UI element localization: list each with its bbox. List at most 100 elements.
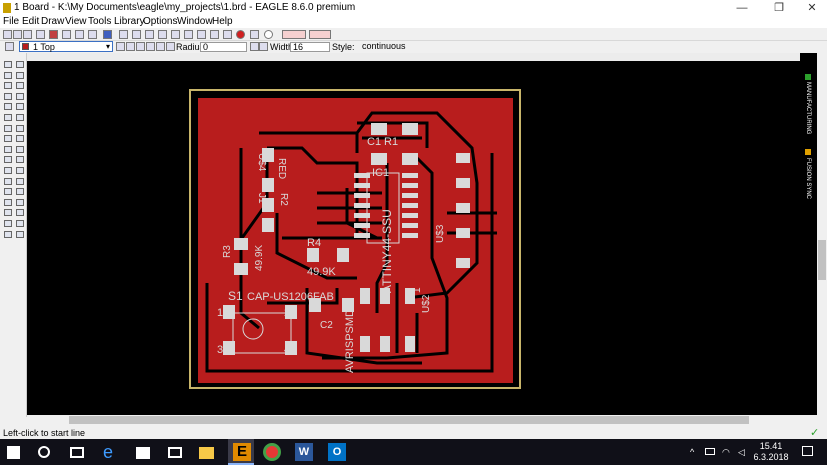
notifications-icon[interactable] <box>802 446 813 456</box>
chrome-icon[interactable] <box>263 443 281 461</box>
vertical-scrollbar[interactable] <box>817 53 827 415</box>
autorouter-icon[interactable] <box>16 220 24 227</box>
board-drawing[interactable]: C1 R1 IC1 U$4 RED J1 R2 R4 49.9K R3 49.9… <box>27 53 817 415</box>
width-input[interactable]: 16 <box>290 42 330 52</box>
signal-icon[interactable] <box>4 198 12 206</box>
go-icon[interactable] <box>250 30 259 39</box>
dimension-icon[interactable] <box>16 209 24 217</box>
menu-tools[interactable]: Tools <box>88 16 111 27</box>
radius-input[interactable]: 0 <box>200 42 247 52</box>
menu-file[interactable]: File <box>3 16 19 27</box>
menu-help[interactable]: Help <box>212 16 233 27</box>
menu-window[interactable]: Window <box>177 16 213 27</box>
manufacturing-tab[interactable]: MANUFACTURING <box>805 82 811 134</box>
tray-chevron-icon[interactable]: ^ <box>690 447 694 457</box>
undo-icon[interactable] <box>210 30 219 39</box>
help-icon[interactable] <box>264 30 273 39</box>
move-icon[interactable] <box>4 82 12 90</box>
via-icon[interactable] <box>16 188 24 196</box>
arc-icon[interactable] <box>4 177 12 185</box>
zoom-in-icon[interactable] <box>132 30 141 39</box>
layer-settings-icon[interactable] <box>5 42 14 51</box>
change-icon[interactable] <box>16 103 24 111</box>
add-icon[interactable] <box>4 124 12 132</box>
mark-icon[interactable] <box>16 71 24 79</box>
drc-icon[interactable] <box>4 230 12 238</box>
edge-icon[interactable]: e <box>103 443 121 461</box>
file-explorer-icon[interactable] <box>199 447 214 459</box>
ulp-icon[interactable] <box>88 30 97 39</box>
script-icon[interactable] <box>75 30 84 39</box>
paste-icon[interactable] <box>4 114 12 121</box>
lock-icon[interactable] <box>4 135 12 143</box>
zoom-out-icon[interactable] <box>145 30 154 39</box>
attribute-icon[interactable] <box>4 209 12 217</box>
optimize-icon[interactable] <box>4 145 12 153</box>
maximize-button[interactable]: ❐ <box>762 0 796 16</box>
store-icon[interactable] <box>136 447 150 459</box>
text-icon[interactable] <box>4 167 12 174</box>
hole-icon[interactable] <box>16 198 24 206</box>
wire-bend-icon-3[interactable] <box>136 42 145 51</box>
zoom-fit-icon[interactable] <box>119 30 128 39</box>
display-icon[interactable] <box>4 71 12 79</box>
taskbar-clock[interactable]: 15.41 6.3.2018 <box>750 441 792 463</box>
word-icon[interactable]: W <box>295 443 313 461</box>
wire-bend-icon-1[interactable] <box>116 42 125 51</box>
outlook-icon[interactable]: O <box>328 443 346 461</box>
print-icon[interactable] <box>23 30 32 39</box>
eagle-icon[interactable]: E <box>233 443 251 461</box>
redraw-icon[interactable] <box>184 30 193 39</box>
search-icon[interactable] <box>38 446 50 458</box>
menu-options[interactable]: Options <box>143 16 177 27</box>
fusion-icon[interactable] <box>309 30 331 39</box>
wire-bend-icon-5[interactable] <box>156 42 165 51</box>
miter-icon-2[interactable] <box>259 42 268 51</box>
vertical-scroll-thumb[interactable] <box>818 240 826 280</box>
layer-select[interactable]: 1 Top ▾ <box>19 41 113 52</box>
delete-icon[interactable] <box>16 114 24 121</box>
rect-icon[interactable] <box>16 177 24 185</box>
menu-draw[interactable]: Draw <box>41 16 64 27</box>
schematic-icon[interactable] <box>49 30 58 39</box>
minimize-button[interactable]: — <box>725 0 759 16</box>
show-icon[interactable] <box>16 61 24 68</box>
circle-icon[interactable] <box>16 167 24 174</box>
stop-icon[interactable] <box>236 30 245 39</box>
rotate-icon[interactable] <box>16 92 24 100</box>
wire-bend-icon-6[interactable] <box>166 42 175 51</box>
board-icon[interactable] <box>103 30 112 39</box>
design-link-icon[interactable] <box>282 30 306 39</box>
battery-icon[interactable] <box>705 448 715 455</box>
wire-bend-icon-2[interactable] <box>126 42 135 51</box>
route-icon[interactable] <box>16 145 24 153</box>
wire-icon[interactable] <box>16 156 24 164</box>
ripup-icon[interactable] <box>4 156 12 164</box>
redo-icon[interactable] <box>223 30 232 39</box>
menu-library[interactable]: Library <box>114 16 145 27</box>
zoom-select-icon[interactable] <box>158 30 167 39</box>
zoom-last-icon[interactable] <box>171 30 180 39</box>
volume-icon[interactable]: ◁ <box>738 447 745 458</box>
mirror-icon[interactable] <box>4 92 12 100</box>
fusion-sync-tab[interactable]: FUSION SYNC <box>805 158 811 199</box>
task-view-icon[interactable] <box>70 447 84 458</box>
replace-icon[interactable] <box>16 124 24 132</box>
menu-edit[interactable]: Edit <box>22 16 39 27</box>
split-icon[interactable] <box>16 135 24 143</box>
info-icon[interactable] <box>4 61 12 68</box>
zoom-redraw-icon[interactable] <box>197 30 206 39</box>
copy-icon[interactable] <box>16 82 24 90</box>
group-icon[interactable] <box>4 103 12 111</box>
chevron-down-icon[interactable]: ▾ <box>106 42 110 51</box>
cam-icon[interactable] <box>36 30 45 39</box>
horizontal-scroll-thumb[interactable] <box>69 416 749 424</box>
open-icon[interactable] <box>3 30 12 39</box>
menu-view[interactable]: View <box>65 16 87 27</box>
library-icon[interactable] <box>62 30 71 39</box>
ratsnest-icon[interactable] <box>4 220 12 227</box>
start-windows-icon[interactable] <box>7 446 20 459</box>
mail-icon[interactable] <box>168 447 182 458</box>
save-icon[interactable] <box>13 30 22 39</box>
wifi-icon[interactable]: ◠ <box>722 447 730 458</box>
